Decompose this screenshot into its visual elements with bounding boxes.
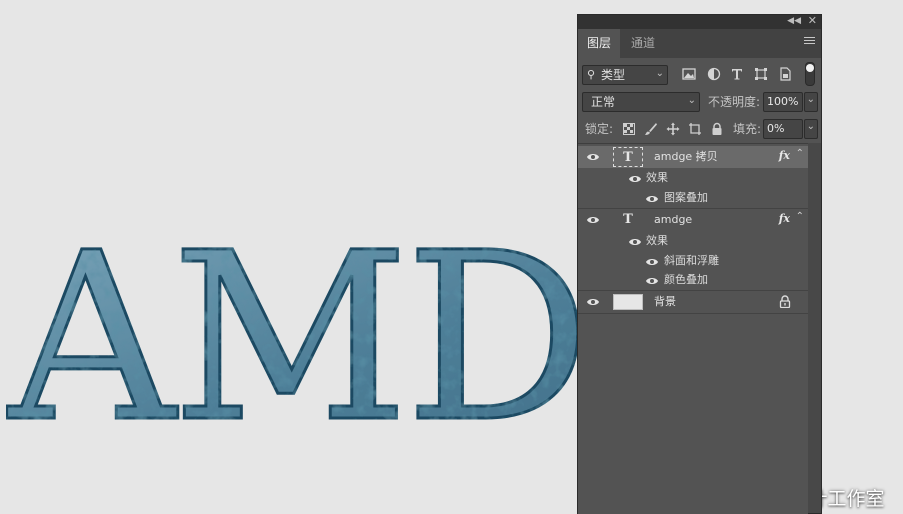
- lock-image-pixels-icon[interactable]: [644, 122, 658, 136]
- tab-layers[interactable]: 图层: [578, 29, 621, 58]
- lock-artboard-icon[interactable]: [688, 122, 702, 136]
- fill-dropdown[interactable]: ⌄: [804, 119, 818, 139]
- tab-channels[interactable]: 通道: [622, 29, 664, 58]
- background-layer-thumbnail: [613, 294, 643, 310]
- effect-row-pattern-overlay[interactable]: 图案叠加: [578, 188, 808, 209]
- panel-menu-icon[interactable]: [804, 37, 815, 47]
- lock-position-icon[interactable]: [666, 122, 680, 136]
- image-filter-icon[interactable]: [682, 67, 696, 81]
- filter-kind-select[interactable]: ⚲ 类型 ⌄: [582, 65, 668, 85]
- eye-icon[interactable]: [645, 193, 659, 203]
- chevron-down-icon: ⌄: [806, 94, 815, 105]
- effects-group-row: 效果: [578, 168, 808, 188]
- eye-icon[interactable]: [645, 275, 659, 285]
- filter-row: ⚲ 类型 ⌄: [582, 62, 817, 86]
- filter-kind-label: 类型: [601, 68, 626, 82]
- fill-label: 填充:: [733, 122, 762, 136]
- effect-name: 斜面和浮雕: [664, 254, 719, 267]
- eye-icon[interactable]: [586, 214, 600, 224]
- blend-mode-value: 正常: [591, 95, 616, 109]
- shape-filter-icon[interactable]: [754, 67, 768, 81]
- blend-row: 正常 ⌄ 不透明度: 100% ⌄: [582, 92, 818, 112]
- eye-icon[interactable]: [586, 296, 600, 306]
- effects-label: 效果: [646, 171, 668, 184]
- opacity-label: 不透明度:: [708, 95, 761, 109]
- eye-icon[interactable]: [628, 236, 642, 246]
- effect-name: 颜色叠加: [664, 273, 708, 286]
- type-filter-icon[interactable]: [730, 67, 744, 81]
- lock-all-icon[interactable]: [710, 122, 724, 136]
- fx-icon[interactable]: fx: [779, 212, 790, 225]
- lock-transparent-pixels-icon[interactable]: [622, 122, 636, 136]
- layer-name[interactable]: amdge 拷贝: [654, 146, 718, 168]
- search-icon: ⚲: [587, 68, 596, 81]
- lock-row: 锁定: 填充: 0% ⌄: [582, 119, 818, 139]
- layers-panel: ◀◀ ✕ 图层 通道 ⚲ 类型 ⌄ 正常 ⌄ 不透明度: 100% ⌄ 锁定: …: [577, 14, 822, 514]
- collapse-icon[interactable]: ◀◀: [787, 16, 801, 26]
- chevron-down-icon: ⌄: [806, 121, 815, 132]
- opacity-dropdown[interactable]: ⌄: [804, 92, 818, 112]
- chevron-up-icon[interactable]: ⌃: [796, 211, 804, 222]
- effect-row-color-overlay[interactable]: 颜色叠加: [578, 270, 808, 291]
- text-layer-thumbnail: T: [613, 147, 643, 167]
- smartobject-filter-icon[interactable]: [778, 67, 792, 81]
- effects-group-row: 效果: [578, 231, 808, 251]
- effect-row-bevel-emboss[interactable]: 斜面和浮雕: [578, 251, 808, 271]
- panel-titlebar: ◀◀ ✕: [578, 14, 821, 29]
- filter-toggle-switch[interactable]: [805, 62, 815, 86]
- lock-icon: [779, 295, 791, 309]
- layer-row-amdge-copy[interactable]: T amdge 拷贝 fx ⌃: [578, 146, 808, 168]
- layer-row-background[interactable]: 背景: [578, 291, 808, 314]
- fx-icon[interactable]: fx: [779, 149, 790, 162]
- text-layer-thumbnail: T: [623, 212, 633, 227]
- opacity-input[interactable]: 100%: [763, 92, 803, 112]
- eye-icon[interactable]: [645, 256, 659, 266]
- adjustment-filter-icon[interactable]: [707, 67, 721, 81]
- eye-icon[interactable]: [628, 173, 642, 183]
- layers-scrollbar[interactable]: [808, 143, 821, 513]
- layer-name[interactable]: amdge: [654, 209, 692, 231]
- panel-tabbar: 图层 通道: [578, 29, 821, 58]
- fill-input[interactable]: 0%: [763, 119, 803, 139]
- close-icon[interactable]: ✕: [808, 14, 817, 27]
- lock-label: 锁定:: [585, 122, 614, 136]
- chevron-down-icon: ⌄: [687, 95, 696, 106]
- layers-list: T amdge 拷贝 fx ⌃ 效果 图案叠加 T amdge fx ⌃ 效果 …: [578, 143, 808, 514]
- effect-name: 图案叠加: [664, 191, 708, 204]
- chevron-down-icon: ⌄: [655, 68, 664, 79]
- layer-name[interactable]: 背景: [654, 291, 676, 313]
- chevron-up-icon[interactable]: ⌃: [796, 148, 804, 159]
- blend-mode-select[interactable]: 正常 ⌄: [582, 92, 700, 112]
- layer-row-amdge[interactable]: T amdge fx ⌃: [578, 209, 808, 231]
- effects-label: 效果: [646, 234, 668, 247]
- eye-icon[interactable]: [586, 151, 600, 161]
